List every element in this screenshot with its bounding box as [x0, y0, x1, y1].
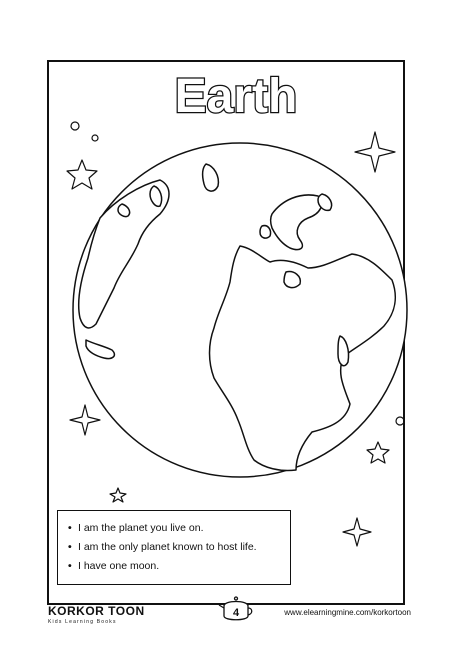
sparkle-icon — [342, 517, 372, 547]
star-icon — [66, 159, 98, 190]
brand-logo: KORKOR TOON Kids Learning Books — [48, 604, 145, 625]
brand-tagline: Kids Learning Books — [48, 619, 117, 625]
star-icon — [366, 441, 390, 464]
fact-item: I am the only planet known to host life. — [68, 538, 290, 557]
sparkle-icon — [69, 404, 101, 436]
fact-item: I am the planet you live on. — [68, 519, 290, 538]
fact-item: I have one moon. — [68, 557, 290, 576]
facts-list: I am the planet you live on. I am the on… — [68, 519, 290, 576]
teapot-page-icon: 4 — [218, 596, 253, 621]
island-uk — [259, 224, 272, 239]
brand-name: KORKOR TOON — [48, 604, 145, 618]
sparkle-icon — [354, 131, 396, 173]
small-circle-icon — [91, 134, 99, 142]
star-icon — [109, 487, 127, 503]
website-url: www.elearningmine.com/korkortoon — [284, 608, 411, 617]
facts-box: I am the planet you live on. I am the on… — [57, 510, 291, 585]
small-circle-icon — [395, 416, 405, 426]
page-number: 4 — [233, 607, 240, 619]
small-circle-icon — [70, 121, 80, 131]
